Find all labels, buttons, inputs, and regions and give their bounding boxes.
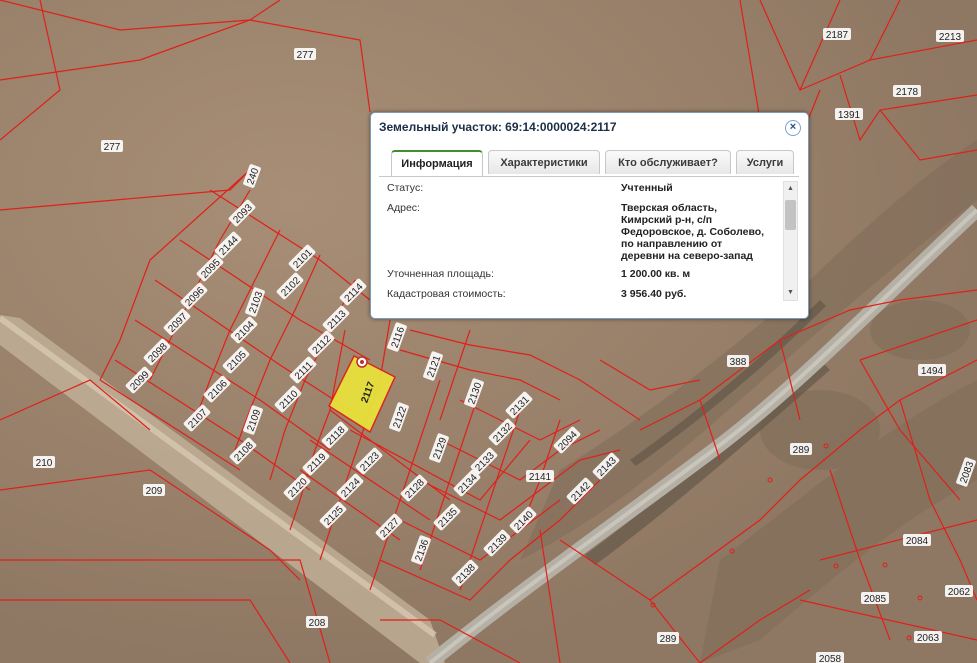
parcel-label: 210 <box>33 456 55 469</box>
address-line: Кимрский р-н, с/п <box>621 214 713 226</box>
address-value: Тверская область, Кимрский р-н, с/п Федо… <box>621 202 781 262</box>
parcel-label-text: 2085 <box>864 594 887 605</box>
parcel-label: 2187 <box>823 28 851 41</box>
parcel-label: 2178 <box>893 85 921 98</box>
scroll-thumb[interactable] <box>785 200 796 230</box>
parcel-label-text: 1391 <box>838 110 861 121</box>
address-line: Тверская область, <box>621 202 718 214</box>
address-line: Федоровское, д. Соболево, <box>621 226 765 238</box>
parcel-label: 2062 <box>945 585 973 598</box>
popup-scrollbar[interactable]: ▲ ▼ <box>783 181 798 301</box>
parcel-label: 2085 <box>861 592 889 605</box>
parcel-info-popup: Земельный участок: 69:14:0000024:2117 × … <box>370 112 809 319</box>
popup-tabs: Информация Характеристики Кто обслуживае… <box>379 150 799 177</box>
parcel-label-text: 388 <box>730 357 747 368</box>
scroll-up-icon[interactable]: ▲ <box>784 183 797 195</box>
info-table: Статус: Учтенный Адрес: Тверская область… <box>379 179 797 302</box>
parcel-label: 277 <box>294 48 316 61</box>
parcel-label-text: 2084 <box>906 536 929 547</box>
cadastral-value: 3 956.40 руб. <box>621 288 687 300</box>
popup-title: Земельный участок: 69:14:0000024:2117 <box>379 120 617 134</box>
cadastral-value-label: Кадастровая стоимость: <box>387 288 506 300</box>
parcel-label-text: 277 <box>297 50 314 61</box>
parcel-label: 277 <box>101 140 123 153</box>
parcel-label-text: 2178 <box>896 87 919 98</box>
parcel-label-text: 2141 <box>529 472 552 483</box>
parcel-label-text: 209 <box>146 486 163 497</box>
tab-information[interactable]: Информация <box>391 150 483 176</box>
parcel-label: 289 <box>657 632 679 645</box>
parcel-label-text: 2187 <box>826 30 849 41</box>
tab-characteristics[interactable]: Характеристики <box>488 150 600 174</box>
parcel-label-text: 2063 <box>917 633 940 644</box>
parcel-label-text: 2213 <box>939 32 962 43</box>
tab-services[interactable]: Услуги <box>736 150 794 174</box>
parcel-label-text: 208 <box>309 618 326 629</box>
tab-who-serves[interactable]: Кто обслуживает? <box>605 150 731 174</box>
parcel-label: 1494 <box>918 364 946 377</box>
parcel-label: 208 <box>306 616 328 629</box>
parcel-label: 2084 <box>903 534 931 547</box>
parcel-label-text: 210 <box>36 458 53 469</box>
close-icon[interactable]: × <box>785 120 801 136</box>
location-marker-icon[interactable] <box>356 356 368 368</box>
status-label: Статус: <box>387 182 424 194</box>
parcel-label: 2058 <box>816 652 844 663</box>
parcel-label: 2213 <box>936 30 964 43</box>
parcel-label-text: 277 <box>104 142 121 153</box>
parcel-label-text: 289 <box>793 445 810 456</box>
parcel-label-text: 1494 <box>921 366 944 377</box>
scroll-down-icon[interactable]: ▼ <box>784 287 797 299</box>
address-label: Адрес: <box>387 202 420 214</box>
parcel-label: 2141 <box>526 470 554 483</box>
area-label: Уточненная площадь: <box>387 268 494 280</box>
parcel-label-text: 2062 <box>948 587 971 598</box>
parcel-label: 1391 <box>835 108 863 121</box>
parcel-label: 388 <box>727 355 749 368</box>
area-value: 1 200.00 кв. м <box>621 268 691 280</box>
parcel-label: 209 <box>143 484 165 497</box>
parcel-label: 2063 <box>914 631 942 644</box>
address-line: деревни на северо-запад <box>621 250 753 262</box>
status-value: Учтенный <box>621 182 673 194</box>
address-line: по направлению от <box>621 238 723 250</box>
parcel-label-text: 2058 <box>819 654 842 663</box>
cadastral-map[interactable]: 2772772402093214420952096209720982099210… <box>0 0 977 663</box>
parcel-label: 289 <box>790 443 812 456</box>
parcel-label-text: 289 <box>660 634 677 645</box>
